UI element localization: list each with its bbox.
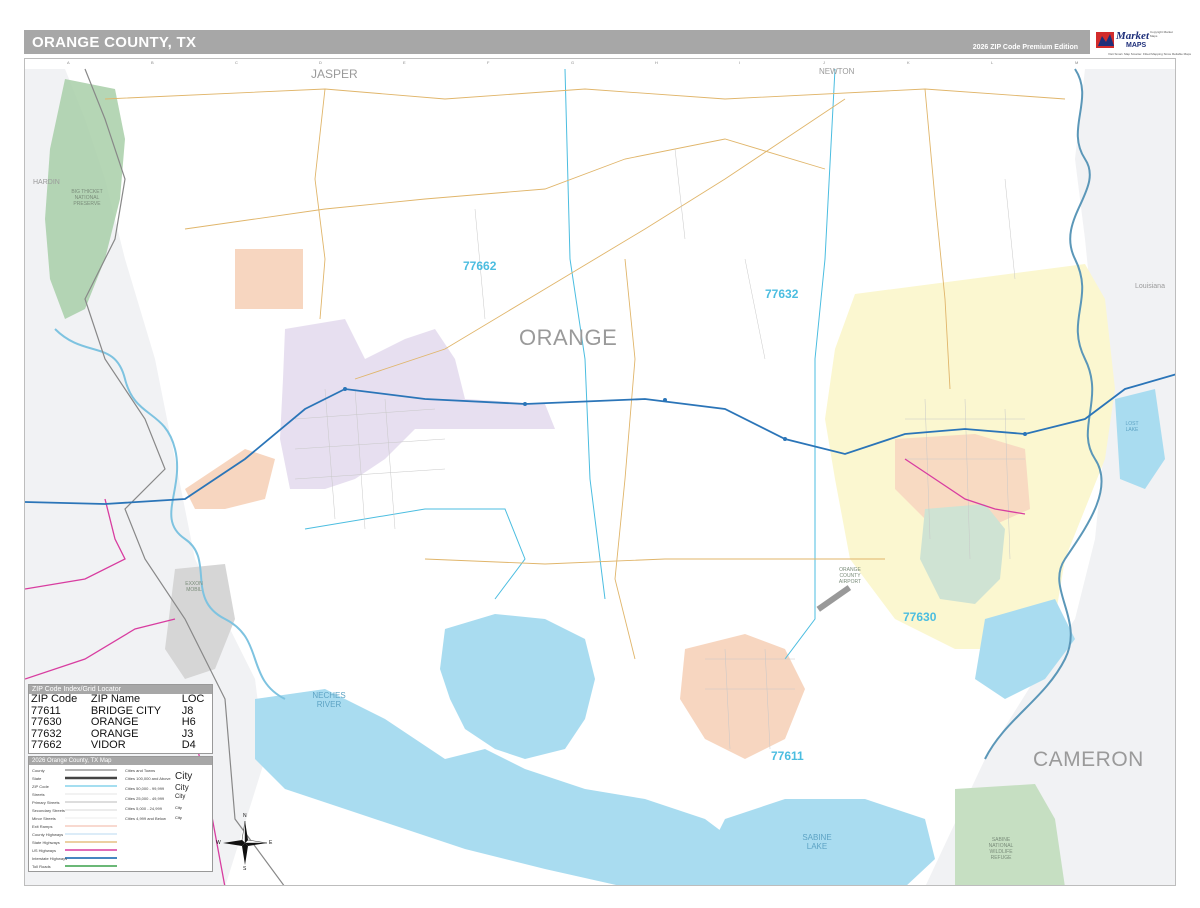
legend-item: Interstate Highways bbox=[32, 856, 68, 861]
logo-sub: MAPS bbox=[1126, 42, 1147, 49]
logo-tagline: Visit Smart. Map Smarter. Fitted Mapping… bbox=[1108, 52, 1191, 56]
grid-letter: J bbox=[823, 60, 825, 65]
legend-city-sample: City bbox=[175, 771, 193, 782]
table-row: 77630 ORANGE H6 bbox=[31, 716, 211, 729]
grid-letter: M bbox=[1075, 60, 1079, 65]
zip-label-77632: 77632 bbox=[765, 287, 799, 301]
logo-mark-icon bbox=[1096, 32, 1114, 48]
legend-item: County Highways bbox=[32, 832, 64, 837]
grid-letter: I bbox=[739, 60, 741, 65]
zip-index-header: ZIP Name bbox=[90, 693, 141, 705]
compass-star-icon bbox=[223, 820, 268, 865]
legend-city-sample: City bbox=[175, 815, 182, 820]
market-maps-logo: Market MAPS Visit Smart. Map Smarter. Fi… bbox=[1094, 28, 1191, 60]
legend-city-range: Cities 100,000 and Above bbox=[125, 776, 171, 781]
water-label-lost-lake: LOST LAKE bbox=[1125, 421, 1139, 433]
grid-letter: A bbox=[67, 60, 70, 65]
legend-item: ZIP Code bbox=[32, 784, 49, 789]
grid-letter: K bbox=[907, 60, 910, 65]
zip-name-cell: ORANGE bbox=[90, 716, 139, 728]
table-row: 77662 VIDOR D4 bbox=[31, 739, 211, 752]
legend-item: US Highways bbox=[32, 848, 57, 853]
grid-letter: H bbox=[655, 60, 658, 65]
legend-city-sample: City bbox=[175, 783, 189, 792]
landmark-label-exxon-mobil: EXXON MOBIL bbox=[185, 581, 203, 593]
water-label-neches-river: NECHES RIVER bbox=[312, 691, 346, 709]
logo-fine-print: Copyright Market Maps bbox=[1150, 30, 1173, 38]
grid-letter: D bbox=[319, 60, 322, 65]
compass-w: W bbox=[216, 840, 221, 846]
compass-rose-icon: N S E W bbox=[216, 813, 273, 872]
legend-item: Streets bbox=[32, 792, 45, 797]
zip-index-header: LOC bbox=[181, 693, 205, 705]
map-title: ORANGE COUNTY, TX bbox=[32, 34, 197, 51]
county-label-orange: ORANGE bbox=[519, 325, 618, 350]
legend-item: Secondary Streets bbox=[32, 808, 65, 813]
zip-name-cell: VIDOR bbox=[90, 739, 126, 751]
grid-letter: F bbox=[487, 60, 490, 65]
legend-city-range: Cities 50,000 - 99,999 bbox=[125, 786, 165, 791]
zip-loc-cell: H6 bbox=[181, 716, 196, 728]
zip-index-table: ZIP Code Index/Grid Locator ZIP Code ZIP… bbox=[28, 684, 213, 754]
legend-item: State bbox=[32, 776, 42, 781]
compass-e: E bbox=[269, 840, 273, 846]
landmark-label-airport: ORANGE COUNTY AIRPORT bbox=[838, 567, 862, 585]
grid-letter: G bbox=[571, 60, 575, 65]
map-legend: 2026 Orange County, TX Map County State … bbox=[28, 756, 213, 872]
legend-item: Exit Ramps bbox=[32, 824, 53, 829]
grid-letter: B bbox=[151, 60, 154, 65]
adjacent-county-hardin: HARDIN bbox=[33, 179, 60, 186]
grid-letter: E bbox=[403, 60, 406, 65]
grid-letter: C bbox=[235, 60, 238, 65]
zip-label-77662: 77662 bbox=[463, 259, 497, 273]
zip-label-77611: 77611 bbox=[771, 749, 804, 763]
zip-loc-cell: D4 bbox=[181, 739, 196, 751]
legend-item: Primary Streets bbox=[32, 800, 60, 805]
legend-city-range: Cities 4,999 and Below bbox=[125, 816, 166, 821]
title-bar: ORANGE COUNTY, TX 2026 ZIP Code Premium … bbox=[24, 30, 1090, 54]
legend-item: State Highways bbox=[32, 840, 60, 845]
legend-city-range: Cities 25,000 - 49,999 bbox=[125, 796, 165, 801]
compass-n: N bbox=[243, 813, 247, 819]
adjacent-parish-cameron: CAMERON bbox=[1033, 748, 1144, 771]
legend-item: Minor Streets bbox=[32, 816, 56, 821]
zip-index-header: ZIP Code bbox=[31, 693, 78, 705]
zip-code-cell: 77630 bbox=[31, 716, 62, 728]
legend-city-header: Cities and Towns bbox=[125, 768, 156, 773]
edition-label: 2026 ZIP Code Premium Edition bbox=[972, 44, 1078, 51]
compass-s: S bbox=[243, 866, 247, 872]
logo-text: Market bbox=[1116, 30, 1149, 42]
grid-letter: L bbox=[991, 60, 994, 65]
legend-city-sample: City bbox=[175, 805, 182, 810]
legend-item: County bbox=[32, 768, 45, 773]
water-label-sabine-lake: SABINE LAKE bbox=[802, 833, 832, 851]
adjacent-county-jasper: JASPER bbox=[311, 67, 358, 81]
park-label-big-thicket: BIG THICKET NATIONAL PRESERVE bbox=[71, 189, 103, 207]
legend-item: Toll Roads bbox=[32, 864, 51, 869]
legend-city-sample: City bbox=[175, 794, 186, 800]
adjacent-county-newton: NEWTON bbox=[819, 67, 855, 76]
park-label-sabine-nwr: SABINE NATIONAL WILDLIFE REFUGE bbox=[988, 837, 1014, 861]
state-label-louisiana: Louisiana bbox=[1135, 283, 1165, 290]
zip-index-header-row: ZIP Code ZIP Name LOC bbox=[31, 693, 211, 706]
legend-city-range: Cities 5,000 - 24,999 bbox=[125, 806, 162, 811]
zip-label-77630: 77630 bbox=[903, 610, 937, 624]
legend-title: 2026 Orange County, TX Map bbox=[29, 757, 212, 765]
zip-code-cell: 77662 bbox=[31, 739, 62, 751]
